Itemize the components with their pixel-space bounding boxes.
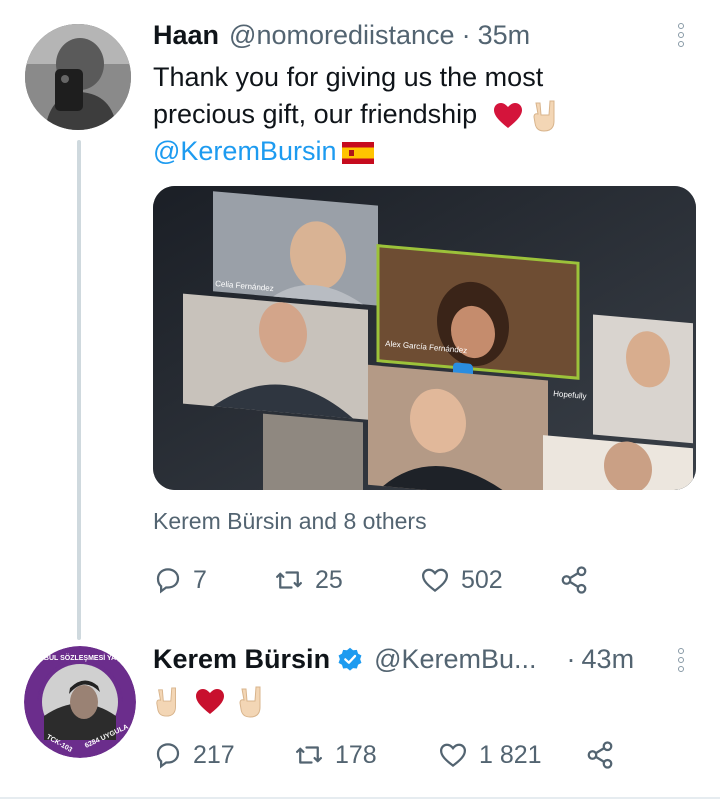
- tweet-timestamp[interactable]: 35m: [478, 20, 531, 51]
- retweet-button[interactable]: 178: [293, 740, 437, 770]
- tweet-text-line-2-content: precious gift, our friendship: [153, 99, 478, 129]
- like-button[interactable]: 1 821: [437, 740, 585, 770]
- share-button[interactable]: [559, 565, 589, 595]
- heart-emoji: [195, 688, 224, 714]
- like-count: 502: [461, 565, 503, 594]
- reply-button[interactable]: 7: [153, 565, 273, 595]
- author-name[interactable]: Kerem Bürsin: [153, 644, 330, 675]
- tweet-text-line-2: precious gift, our friendship: [153, 96, 673, 133]
- like-count: 1 821: [479, 740, 542, 769]
- author-handle[interactable]: @KeremBu...: [374, 644, 536, 675]
- separator-dot: ·: [461, 20, 471, 50]
- reply-icon: [156, 568, 180, 594]
- liked-by-summary[interactable]: Kerem Bürsin and 8 others: [153, 508, 427, 535]
- share-icon: [561, 566, 587, 594]
- like-icon: [421, 568, 449, 593]
- tweet-text-line-3: @KeremBursin: [153, 133, 673, 170]
- separator-dot: ·: [566, 644, 576, 674]
- avatar-kerem-bursin[interactable]: İSTANBUL SÖZLEŞMESİ YAŞATIR TCK-103 6284…: [24, 646, 136, 758]
- tweet1-actions: 7 25 502: [153, 565, 589, 595]
- verified-badge-icon: [338, 647, 362, 671]
- spain-flag-icon: [342, 141, 375, 164]
- retweet-icon: [276, 571, 302, 589]
- tweet-media-image[interactable]: Celia Fernández Alex García Fernández Ho…: [153, 186, 696, 490]
- tweet-text: Thank you for giving us the most preciou…: [153, 59, 673, 170]
- bottom-divider: [0, 797, 720, 799]
- author-name[interactable]: Haan: [153, 20, 219, 51]
- tweet2-actions: 217 178 1 821: [153, 740, 615, 770]
- tweet2-text: [153, 682, 673, 718]
- author-handle[interactable]: @nomorediistance: [229, 20, 455, 51]
- tweet-timestamp[interactable]: 43m: [582, 644, 635, 675]
- more-vert-icon[interactable]: [671, 648, 691, 672]
- share-icon: [587, 741, 613, 769]
- avatar-ring-text-top: İSTANBUL SÖZLEŞMESİ YAŞATIR: [24, 653, 136, 662]
- retweet-count: 178: [335, 740, 377, 769]
- retweet-count: 25: [315, 565, 343, 594]
- hand-emoji-left: [156, 687, 176, 717]
- tweet-header: Haan @nomorediistance · 35m: [153, 20, 530, 51]
- heart-emoji: [493, 102, 522, 128]
- retweet-icon: [296, 746, 322, 764]
- reply-icon: [156, 743, 180, 769]
- rock-hand-emoji: [239, 686, 261, 718]
- mention-link[interactable]: @KeremBursin: [153, 136, 336, 166]
- tweet2-header: Kerem Bürsin @KeremBu... · 43m: [153, 644, 634, 675]
- reply-count: 7: [193, 565, 207, 594]
- like-icon: [439, 743, 467, 768]
- avatar-haan[interactable]: [25, 24, 131, 130]
- reply-count: 217: [193, 740, 235, 769]
- tweet-text-line-1: Thank you for giving us the most: [153, 62, 544, 92]
- more-vert-icon[interactable]: [671, 23, 691, 47]
- thread-connector-line: [77, 140, 81, 640]
- rock-hand-emoji: [533, 100, 555, 132]
- share-button[interactable]: [585, 740, 615, 770]
- retweet-button[interactable]: 25: [273, 565, 419, 595]
- reply-button[interactable]: 217: [153, 740, 293, 770]
- like-button[interactable]: 502: [419, 565, 559, 595]
